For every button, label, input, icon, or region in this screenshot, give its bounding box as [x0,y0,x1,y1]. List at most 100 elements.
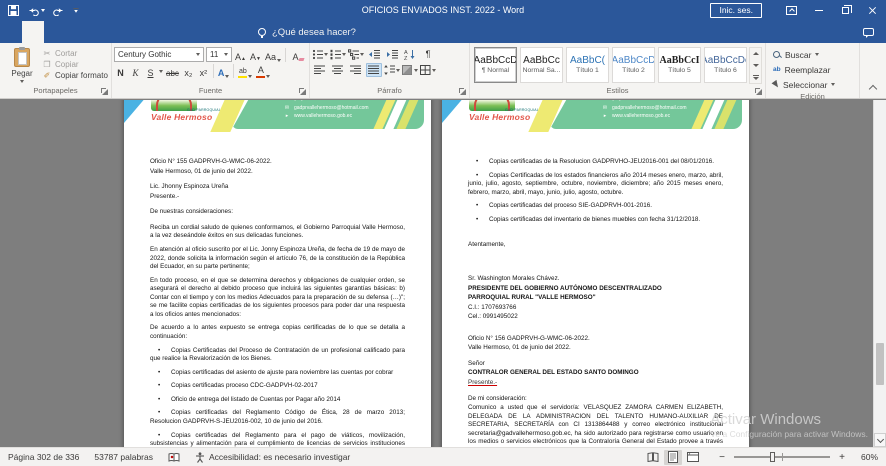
document-body-left[interactable]: Oficio N° 155 GADPRVH-G-WMC-06-2022.Vall… [124,158,431,447]
ribbon-tab[interactable] [198,21,220,43]
ribbon-tab[interactable] [22,21,44,43]
font-name-combobox[interactable]: Century Gothic [114,47,204,62]
style-card[interactable]: AaBbCcD ¶ Normal [474,47,517,83]
strikethrough-button[interactable]: abc [165,64,180,78]
scrollbar-thumb[interactable] [876,343,884,385]
document-page-right[interactable]: GAD PARROQUIAL Valle Hermoso ☎(02)277322… [442,100,749,447]
ribbon-tab-bar: ¿Qué desea hacer? [0,21,886,43]
copy-button[interactable]: ❐Copiar [42,60,108,69]
text-effects-button[interactable]: A [217,64,231,78]
align-center-button[interactable] [330,63,346,77]
style-card[interactable]: AaBbCcDc Título 6 [704,47,747,83]
ribbon-tab[interactable] [44,21,66,43]
bold-button[interactable]: N [114,64,127,78]
paste-button[interactable]: Pegar [2,45,42,85]
letterhead: GAD PARROQUIAL Valle Hermoso ☎(02)277322… [124,100,431,132]
zoom-slider[interactable] [734,456,830,458]
show-paragraph-marks-button[interactable]: ¶ [420,47,436,61]
increase-indent-button[interactable] [384,47,400,61]
cut-button[interactable]: ✂Cortar [42,49,108,58]
undo-button[interactable] [27,6,45,16]
font-dialog-launcher[interactable] [298,87,307,96]
numbered-list-button[interactable] [330,47,346,61]
close-button[interactable] [859,0,886,21]
underline-button[interactable]: S [144,64,157,78]
replace-button[interactable]: abReemplazar [773,63,835,76]
page-number-indicator[interactable]: Página 302 de 336 [8,452,79,462]
styles-dialog-launcher[interactable] [754,87,763,96]
style-card[interactable]: AaBbC( Título 1 [566,47,609,83]
qat-customize-button[interactable] [73,8,79,13]
ribbon-tab[interactable] [110,21,132,43]
ribbon-tab[interactable] [176,21,198,43]
multilevel-list-button[interactable] [348,47,364,61]
minimize-button[interactable] [805,0,832,21]
ribbon: Pegar ✂Cortar ❐Copiar ✐Copiar formato Po… [0,43,886,99]
ribbon-tab[interactable] [220,21,242,43]
borders-button[interactable] [420,63,436,77]
decrease-indent-button[interactable] [366,47,382,61]
redo-button[interactable] [53,6,65,16]
clear-formatting-button[interactable]: A [289,48,302,62]
find-button[interactable]: Buscar [773,48,835,61]
ribbon-tab[interactable] [132,21,154,43]
ribbon-tab[interactable] [88,21,110,43]
superscript-button[interactable]: x² [197,64,210,78]
restore-button[interactable] [832,0,859,21]
italic-button[interactable]: K [129,64,142,78]
sort-button[interactable]: AZ [402,47,418,61]
doc-paragraph: Oficio de entrega del listado de Cuentas… [150,396,405,405]
print-layout-button[interactable] [664,450,682,465]
styles-scroll-up-button[interactable] [750,48,761,60]
styles-scroll-down-button[interactable] [750,60,761,72]
comment-icon[interactable] [863,28,874,36]
document-page-left[interactable]: GAD PARROQUIAL Valle Hermoso ☎(02)277322… [124,100,431,447]
sign-in-button[interactable]: Inic. ses. [710,3,762,18]
zoom-level-indicator[interactable]: 60% [854,452,878,462]
document-canvas[interactable]: GAD PARROQUIAL Valle Hermoso ☎(02)277322… [0,100,886,447]
read-mode-button[interactable] [644,450,662,465]
collapse-ribbon-button[interactable] [860,43,886,98]
save-button[interactable] [8,5,19,16]
clipboard-dialog-launcher[interactable] [100,87,109,96]
document-body-right[interactable]: Copias certificadas de la Resolucion GAD… [442,158,749,447]
font-color-button[interactable]: A [255,64,271,78]
zoom-slider-thumb[interactable] [770,452,775,462]
proofing-status-button[interactable] [168,452,180,463]
justify-button[interactable] [366,63,382,77]
word-count-indicator[interactable]: 53787 palabras [94,452,153,462]
vertical-scrollbar[interactable] [873,100,886,447]
style-card[interactable]: AaBbCc Normal Sa... [520,47,563,83]
align-left-button[interactable] [312,63,328,77]
doc-paragraph: C.I.: 1707693766 [468,304,723,313]
font-size-combobox[interactable]: 11 [206,47,232,62]
web-layout-button[interactable] [684,450,702,465]
ribbon-tab[interactable] [154,21,176,43]
select-button[interactable]: Seleccionar [773,78,835,91]
style-name: Título 2 [622,67,645,74]
shrink-font-button[interactable]: A▼ [249,48,262,62]
line-spacing-button[interactable] [384,63,400,77]
styles-more-button[interactable] [750,71,761,83]
tell-me-search[interactable]: ¿Qué desea hacer? [258,21,356,43]
ribbon-tab[interactable] [0,21,22,43]
underline-dropdown[interactable] [159,70,163,73]
style-card[interactable]: AaBbCcD Título 2 [612,47,655,83]
scroll-down-button[interactable] [874,433,886,447]
grow-font-button[interactable]: A▲ [234,48,247,62]
highlight-color-button[interactable]: ab [237,64,253,78]
zoom-in-button[interactable]: + [836,452,848,463]
subscript-button[interactable]: x₂ [182,64,195,78]
shading-button[interactable] [402,63,418,77]
ribbon-tab[interactable] [66,21,88,43]
ribbon-display-options-button[interactable] [778,0,805,21]
accessibility-status-button[interactable]: Accesibilidad: es necesario investigar [195,452,350,463]
paragraph-dialog-launcher[interactable] [458,87,467,96]
multilevel-list-icon [348,49,359,60]
zoom-out-button[interactable]: − [716,452,728,463]
format-painter-button[interactable]: ✐Copiar formato [42,71,108,80]
bullet-list-button[interactable] [312,47,328,61]
change-case-button[interactable]: Aa [264,48,282,62]
style-card[interactable]: AaBbCcI Título 5 [658,47,701,83]
align-right-button[interactable] [348,63,364,77]
